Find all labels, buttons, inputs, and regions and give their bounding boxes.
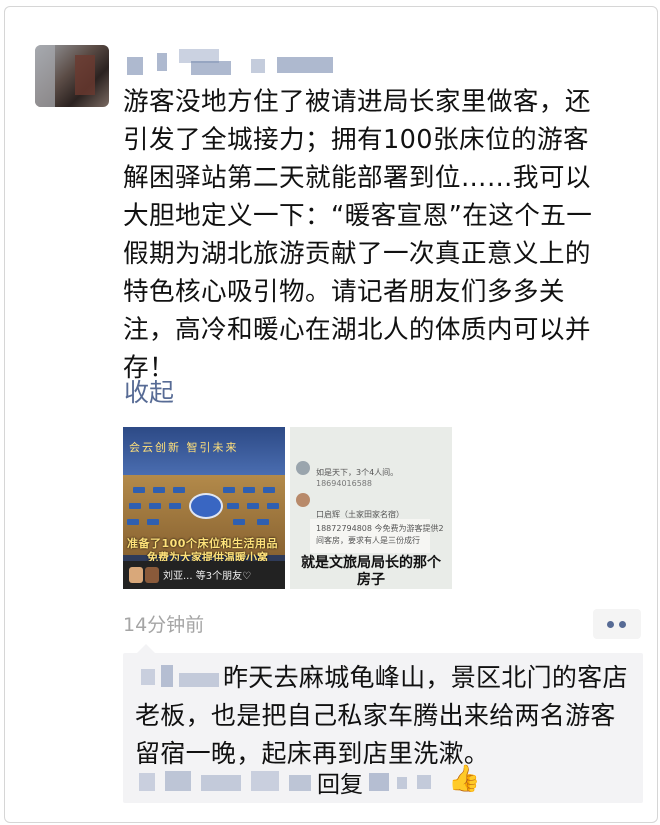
chat-line-5: 间客房，要求有人是三份成行 xyxy=(316,536,420,545)
reply-label: 回复 xyxy=(317,772,363,798)
post-timestamp: 14分钟前 xyxy=(123,614,205,636)
chat-line-1: 如是天下，3个4人间。 xyxy=(316,468,399,477)
moments-post-card: 游客没地方住了被请进局长家里做客，还 引发了全城接力；拥有100张床位的游客 解… xyxy=(4,6,658,823)
more-dot-icon xyxy=(607,621,614,628)
thumbs-up-icon[interactable]: 👍 xyxy=(448,764,480,794)
image-caption: 就是文旅局局长的那个 房子 xyxy=(301,555,441,588)
comment-pointer xyxy=(137,644,155,653)
author-name-blurred[interactable] xyxy=(127,47,337,77)
more-options-button[interactable] xyxy=(593,609,641,639)
post-text: 游客没地方住了被请进局长家里做客，还 引发了全城接力；拥有100张床位的游客 解… xyxy=(123,87,593,383)
post-image-1[interactable]: 会云创新 智引未来 准备了100个床位和生活用品 免费为大家提供温暖小窝 刘亚.… xyxy=(123,427,285,589)
chat-line-4: 18872794808 今免费为游客提供2 xyxy=(316,524,444,533)
collapse-link[interactable]: 收起 xyxy=(124,373,174,409)
comment-text: 昨天去麻城龟峰山，景区北门的客店老板，也是把自己私家车腾出来给两名游客留宿一晚，… xyxy=(135,663,628,768)
chat-line-2: 18694016588 xyxy=(316,479,372,488)
image-bottom-text: 刘亚... 等3个朋友♡ xyxy=(163,571,252,582)
more-dot-icon xyxy=(619,621,626,628)
post-image-2[interactable]: 如是天下，3个4人间。 18694016588 口启辉（土家田家名宿） 1887… xyxy=(290,427,452,589)
reply-target-blurred[interactable] xyxy=(365,767,445,795)
banner-text: 会云创新 智引未来 xyxy=(129,441,239,454)
avatar[interactable] xyxy=(35,45,109,107)
reply-author-blurred[interactable] xyxy=(139,767,319,795)
